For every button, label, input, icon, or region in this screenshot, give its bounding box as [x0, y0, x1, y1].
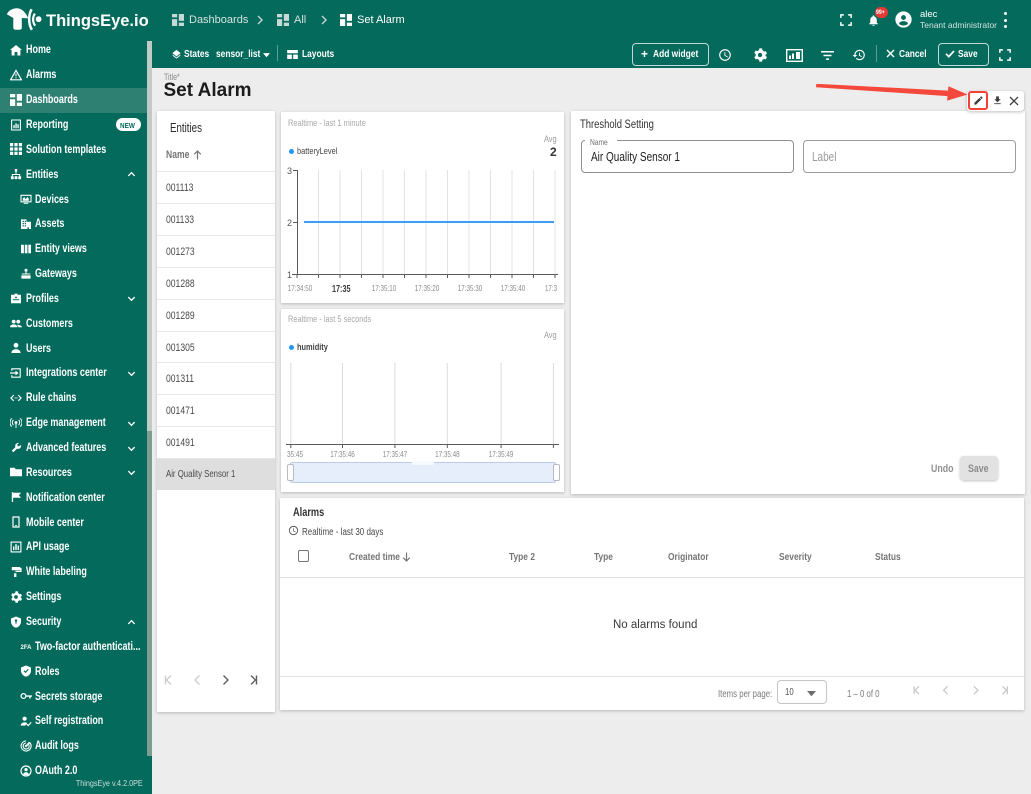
- svg-text:2FA: 2FA: [20, 645, 32, 651]
- svg-text:17:35:48: 17:35:48: [435, 449, 460, 459]
- svg-text:17:35: 17:35: [332, 283, 351, 295]
- svg-text:17:35:20: 17:35:20: [415, 283, 440, 293]
- svg-text:2: 2: [287, 218, 292, 228]
- svg-text:17:35:49: 17:35:49: [489, 449, 514, 459]
- svg-text:17:35:47: 17:35:47: [383, 449, 408, 459]
- svg-text:17:35:10: 17:35:10: [372, 283, 397, 293]
- svg-text:17:35:46: 17:35:46: [330, 449, 355, 459]
- svg-text:3: 3: [287, 166, 292, 176]
- svg-text:17:35:40: 17:35:40: [501, 283, 526, 293]
- svg-text:17:35:30: 17:35:30: [458, 283, 483, 293]
- svg-text:17:3: 17:3: [545, 283, 557, 293]
- svg-text:35:45: 35:45: [287, 449, 303, 459]
- svg-text:17:34:50: 17:34:50: [288, 283, 313, 293]
- svg-text:1: 1: [287, 270, 292, 280]
